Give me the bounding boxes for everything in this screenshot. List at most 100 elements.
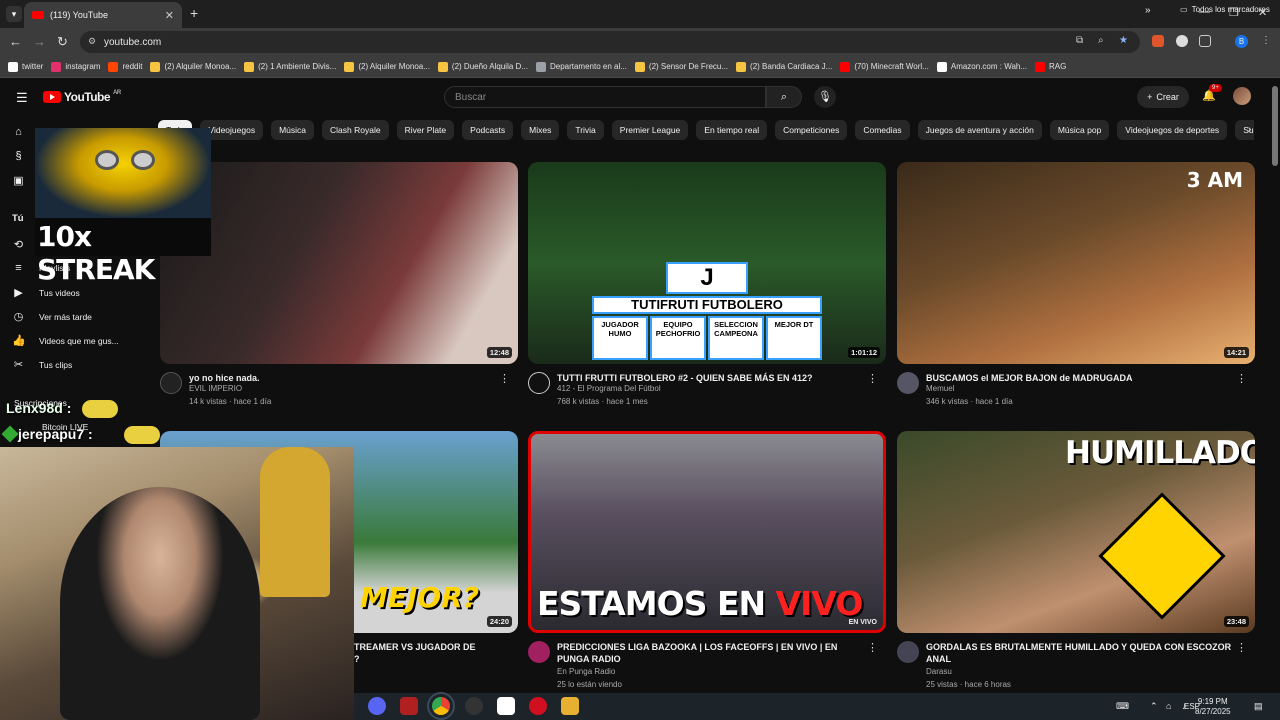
chip-2[interactable]: Música [271,120,315,140]
video-thumbnail[interactable]: 3 AM 14:21 [897,162,1255,364]
menu-icon[interactable]: ☰ [16,90,28,106]
voice-search-button[interactable]: 🎙 [814,86,836,108]
more-options-icon[interactable]: ⋮ [867,641,878,654]
address-bar[interactable]: ⚙ youtube.com [80,31,1140,53]
install-app-icon[interactable]: ⧉ [1076,35,1083,46]
bookmark-item[interactable]: Amazon.com : Wah... [936,61,1027,72]
sidebar-subscriptions[interactable]: ▣ [12,174,25,187]
app-icon[interactable] [497,697,515,715]
all-bookmarks-button[interactable]: ▭ Todos los marcadores [1180,5,1270,14]
bookmark-item[interactable]: (2) Sensor De Frecu... [634,61,728,72]
video-card[interactable]: 12:48 yo no hice nada. EVIL IMPERIO 14 k… [160,162,518,422]
chip-5[interactable]: Podcasts [462,120,514,140]
channel-avatar[interactable] [897,641,919,663]
chip-6[interactable]: Mixes [521,120,560,140]
keyboard-icon[interactable]: ⌨ [1116,701,1129,712]
more-options-icon[interactable]: ⋮ [867,372,878,385]
chip-10[interactable]: Competiciones [775,120,848,140]
bookmark-item[interactable]: reddit [108,61,142,72]
video-card[interactable]: HUMILLADO 23:48 GORDALAS ES BRUTALMENTE … [897,431,1255,691]
channel-name[interactable]: Darasu [926,667,952,676]
chip-8[interactable]: Premier League [611,120,689,140]
channel-avatar[interactable] [528,372,550,394]
chip-13[interactable]: Música pop [1049,120,1110,140]
video-title[interactable]: TUTTI FRUTTI FUTBOLERO #2 - QUIEN SABE M… [557,372,867,384]
site-info-icon[interactable]: ⚙ [88,36,96,47]
back-button[interactable]: ← [9,34,22,49]
video-title[interactable]: TREAMER VS JUGADOR DE [354,641,504,653]
video-thumbnail[interactable]: 12:48 [160,162,518,364]
obs-icon[interactable] [465,697,483,715]
sidebar-shorts[interactable]: § [12,150,25,162]
page-scrollbar[interactable] [1272,86,1278,166]
bookmark-item[interactable]: (70) Minecraft Worl... [840,61,929,72]
sidebar-you-heading[interactable]: Tú [12,213,24,224]
network-icon[interactable]: ⌂ [1166,701,1171,711]
bookmark-item[interactable]: (2) Dueño Alquila D... [437,61,528,72]
sidebar-home[interactable]: ⌂ [12,126,25,138]
video-card[interactable]: 3 AM 14:21 BUSCAMOS el MEJOR BAJON de MA… [897,162,1255,422]
channel-name[interactable]: Memuel [926,384,954,393]
video-thumbnail[interactable]: ESTAMOS EN VIVO EN VIVO [528,431,886,633]
tray-chevron-icon[interactable]: ⌃ [1150,701,1158,712]
opera-icon[interactable] [529,697,547,715]
bookmark-item[interactable]: (2) Banda Cardiaca J... [736,61,832,72]
chip-4[interactable]: River Plate [396,120,455,140]
channel-avatar[interactable] [160,372,182,394]
create-button[interactable]: + Crear [1137,86,1189,108]
chip-9[interactable]: En tiempo real [696,120,768,140]
more-options-icon[interactable]: ⋮ [499,372,510,385]
channel-name[interactable]: 412 - El Programa Del Fútbol [557,384,661,393]
forward-button[interactable]: → [33,34,46,49]
sidebar-item-watch-later[interactable]: ◷ Ver más tarde [12,310,92,323]
more-options-icon[interactable]: ⋮ [1236,641,1247,654]
bookmark-item[interactable]: twitter [8,61,43,72]
sidebar-item-clips[interactable]: ✂ Tus clips [12,358,72,371]
tab-close-icon[interactable]: ✕ [165,9,174,22]
youtube-logo[interactable]: YouTube AR [43,90,121,104]
browser-tab[interactable]: (119) YouTube ✕ [24,2,182,28]
video-title[interactable]: GORDALAS ES BRUTALMENTE HUMILLADO Y QUED… [926,641,1236,665]
chrome-icon[interactable] [427,692,455,720]
browser-menu-icon[interactable]: ⋮ [1261,35,1271,46]
extension-play-icon[interactable] [1176,35,1188,47]
video-card[interactable]: ESTAMOS EN VIVO EN VIVO PREDICCIONES LIG… [528,431,886,691]
notification-center-icon[interactable]: ▤ [1254,701,1263,712]
chip-14[interactable]: Videojuegos de deportes [1117,120,1228,140]
bookmark-item[interactable]: (2) 1 Ambiente Divis... [244,61,336,72]
sidebar-history[interactable]: ⟲ [12,238,25,251]
chip-12[interactable]: Juegos de aventura y acción [917,120,1042,140]
chip-3[interactable]: Clash Royale [322,120,389,140]
search-button[interactable]: ⌕ [766,86,802,108]
sidebar-item-your-videos[interactable]: ▶ Tus videos [12,286,80,299]
channel-name[interactable]: En Punga Radio [557,667,615,676]
account-avatar[interactable] [1233,87,1251,105]
more-options-icon[interactable]: ⋮ [1236,372,1247,385]
video-thumbnail[interactable]: HUMILLADO 23:48 [897,431,1255,633]
bookmark-star-icon[interactable]: ★ [1119,35,1128,46]
search-input[interactable]: Buscar [444,86,766,108]
extensions-icon[interactable] [1199,35,1211,47]
bookmarks-overflow-icon[interactable]: » [1145,5,1151,16]
video-card[interactable]: J TUTIFRUTI FUTBOLERO JUGADOR HUMO EQUIP… [528,162,886,422]
zoom-icon[interactable]: ⌕ [1098,35,1104,46]
bookmark-item[interactable]: Departamento en al... [535,61,627,72]
bookmark-item[interactable]: (2) Alquiler Monoa... [344,61,430,72]
video-title[interactable]: BUSCAMOS el MEJOR BAJON de MADRUGADA [926,372,1236,384]
channel-name[interactable]: EVIL IMPERIO [189,384,242,393]
reload-button[interactable]: ↻ [57,34,68,50]
bookmark-item[interactable]: instagram [51,61,100,72]
chip-11[interactable]: Comedias [855,120,910,140]
taskbar-clock[interactable]: 9:19 PM 8/27/2025 [1195,697,1231,717]
sidebar-item-liked[interactable]: 👍 Videos que me gus... [12,334,119,347]
bookmark-item[interactable]: (2) Alquiler Monoa... [150,61,236,72]
channel-avatar[interactable] [897,372,919,394]
file-explorer-icon[interactable] [561,697,579,715]
profile-avatar[interactable]: B [1235,35,1248,48]
discord-icon[interactable] [368,697,386,715]
video-thumbnail[interactable]: J TUTIFRUTI FUTBOLERO JUGADOR HUMO EQUIP… [528,162,886,364]
video-title[interactable]: PREDICCIONES LIGA BAZOOKA | LOS FACEOFFS… [557,641,867,665]
tab-search-button[interactable]: ▾ [6,6,22,22]
extension-fox-icon[interactable] [1152,35,1164,47]
app-icon[interactable] [400,697,418,715]
